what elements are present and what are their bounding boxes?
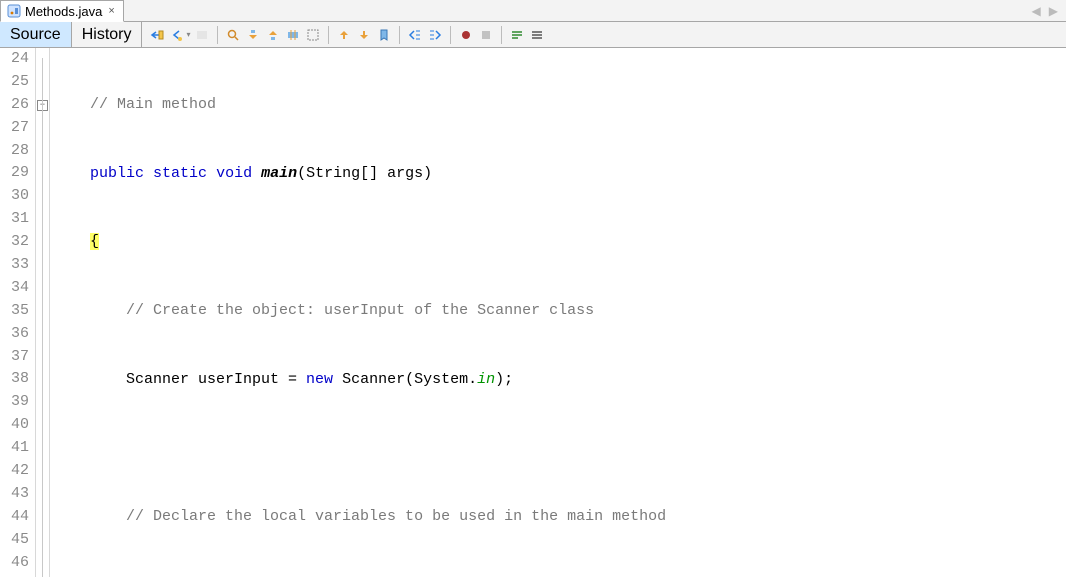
code-line [54, 437, 1066, 460]
dropdown-caret-icon[interactable]: ▾ [186, 30, 190, 39]
line-number: 46 [0, 552, 29, 575]
toggle-highlight-icon[interactable] [284, 26, 302, 44]
line-number: 35 [0, 300, 29, 323]
line-number: 45 [0, 529, 29, 552]
line-number: 24 [0, 48, 29, 71]
shift-left-icon[interactable] [406, 26, 424, 44]
find-next-icon[interactable] [264, 26, 282, 44]
editor-toolbar: ▾ [142, 22, 551, 47]
line-number: 29 [0, 162, 29, 185]
line-number: 36 [0, 323, 29, 346]
line-number: 39 [0, 391, 29, 414]
file-tab[interactable]: Methods.java × [0, 0, 124, 22]
uncomment-icon[interactable] [528, 26, 546, 44]
toggle-rectangular-icon[interactable] [304, 26, 322, 44]
line-number: 33 [0, 254, 29, 277]
code-line: // Create the object: userInput of the S… [54, 300, 1066, 323]
line-number: 25 [0, 71, 29, 94]
macro-stop-icon[interactable] [477, 26, 495, 44]
tab-source[interactable]: Source [0, 22, 72, 47]
line-number: 40 [0, 414, 29, 437]
line-number: 30 [0, 185, 29, 208]
tab-nav-arrows: ◀ ▶ [1032, 4, 1066, 18]
last-edit-icon[interactable] [148, 26, 166, 44]
line-number: 38 [0, 368, 29, 391]
macro-record-icon[interactable] [457, 26, 475, 44]
code-line: // Main method [54, 94, 1066, 117]
code-line: Scanner userInput = new Scanner(System.i… [54, 369, 1066, 392]
line-number: 37 [0, 346, 29, 369]
forward-icon[interactable] [193, 26, 211, 44]
code-line: public static void main(String[] args) [54, 163, 1066, 186]
toolbar-row: Source History ▾ [0, 22, 1066, 48]
code-line: // Declare the local variables to be use… [54, 506, 1066, 529]
find-prev-icon[interactable] [244, 26, 262, 44]
line-number-gutter: 2425262728293031323334353637383940414243… [0, 48, 36, 577]
line-number: 31 [0, 208, 29, 231]
line-number: 42 [0, 460, 29, 483]
line-number: 32 [0, 231, 29, 254]
line-number: 41 [0, 437, 29, 460]
fold-guide-line [42, 58, 43, 577]
code-editor[interactable]: 2425262728293031323334353637383940414243… [0, 48, 1066, 577]
nav-right-icon[interactable]: ▶ [1049, 4, 1058, 18]
line-number: 27 [0, 117, 29, 140]
java-file-icon [7, 4, 21, 18]
shift-right-icon[interactable] [426, 26, 444, 44]
line-number: 43 [0, 483, 29, 506]
comment-icon[interactable] [508, 26, 526, 44]
file-tab-label: Methods.java [25, 4, 102, 19]
code-area[interactable]: // Main method public static void main(S… [50, 48, 1066, 577]
nav-left-icon[interactable]: ◀ [1032, 4, 1041, 18]
code-line: { [54, 231, 1066, 254]
file-tab-row: Methods.java × ◀ ▶ [0, 0, 1066, 22]
next-bookmark-icon[interactable] [355, 26, 373, 44]
line-number: 28 [0, 140, 29, 163]
find-selection-icon[interactable] [224, 26, 242, 44]
close-icon[interactable]: × [106, 5, 116, 17]
toggle-bookmark-icon[interactable] [375, 26, 393, 44]
fold-column[interactable]: − [36, 48, 50, 577]
tab-history[interactable]: History [72, 22, 143, 47]
line-number: 44 [0, 506, 29, 529]
line-number: 26 [0, 94, 29, 117]
prev-bookmark-icon[interactable] [335, 26, 353, 44]
line-number: 34 [0, 277, 29, 300]
back-icon[interactable] [168, 26, 186, 44]
